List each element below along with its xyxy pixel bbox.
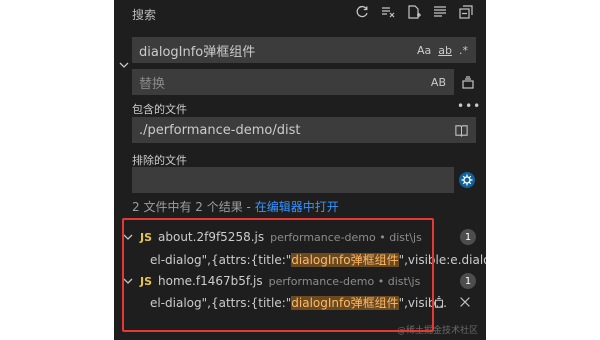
exclude-files-input[interactable] <box>132 167 454 193</box>
expand-chevron-icon[interactable] <box>122 231 134 243</box>
result-file-name: about.2f9f5258.js <box>158 230 265 244</box>
view-as-tree-icon[interactable] <box>432 4 448 20</box>
match-line[interactable]: el-dialog",{attrs:{title:"dialogInfo弹框组件… <box>150 251 486 268</box>
match-row-actions <box>432 295 472 309</box>
results-summary: 2 文件中有 2 个结果 - 在编辑器中打开 <box>132 198 339 215</box>
replace-all-icon[interactable] <box>460 74 476 90</box>
dismiss-match-icon[interactable] <box>458 295 472 309</box>
javascript-file-icon: JS <box>140 274 153 288</box>
new-search-editor-icon[interactable] <box>406 4 422 20</box>
search-input-value: dialogInfo弹框组件 <box>139 44 256 60</box>
open-in-editor-link[interactable]: 在编辑器中打开 <box>255 200 339 214</box>
result-file-path: performance-demo • dist\js <box>270 230 422 244</box>
clear-results-icon[interactable] <box>380 4 396 20</box>
panel-title: 搜索 <box>132 8 157 22</box>
collapse-all-icon[interactable] <box>458 4 474 20</box>
match-line[interactable]: el-dialog",{attrs:{title:"dialogInfo弹框组件… <box>150 294 447 311</box>
match-context-before: el-dialog",{attrs:{title:" <box>150 253 292 267</box>
search-input[interactable]: dialogInfo弹框组件 Aa ab .* <box>132 37 476 63</box>
expand-chevron-icon[interactable] <box>122 275 134 287</box>
javascript-file-icon: JS <box>140 230 153 244</box>
results-summary-text: 2 文件中有 2 个结果 - <box>132 200 255 214</box>
result-file-name: home.f1467b5f.js <box>158 274 263 288</box>
match-count-badge: 1 <box>460 229 476 245</box>
open-editors-only-icon[interactable] <box>454 123 469 138</box>
include-files-label: 包含的文件 <box>132 103 187 116</box>
include-files-value: ./performance-demo/dist <box>139 122 301 138</box>
include-files-input[interactable]: ./performance-demo/dist <box>132 117 476 143</box>
match-context-after: ",visible:e.dialog... <box>398 253 486 267</box>
use-exclude-settings-gear-icon[interactable] <box>458 171 476 193</box>
search-toolbar <box>354 4 474 20</box>
match-count-badge: 1 <box>460 273 476 289</box>
match-whole-word-toggle[interactable]: ab <box>438 44 452 57</box>
result-file-row[interactable]: JS about.2f9f5258.js performance-demo • … <box>122 227 422 247</box>
replace-match-icon[interactable] <box>432 295 446 309</box>
toggle-details-icon[interactable]: ••• <box>457 99 481 113</box>
replace-input[interactable]: 替换 AB <box>132 69 454 95</box>
match-case-toggle[interactable]: Aa <box>417 44 431 57</box>
toggle-replace-chevron-icon[interactable] <box>118 56 130 68</box>
exclude-files-label: 排除的文件 <box>132 154 187 167</box>
match-context-before: el-dialog",{attrs:{title:" <box>150 296 292 310</box>
watermark: @稀土掘金技术社区 <box>396 326 478 336</box>
replace-placeholder: 替换 <box>139 76 166 92</box>
match-highlight: dialogInfo弹框组件 <box>291 296 399 310</box>
use-regex-toggle[interactable]: .* <box>459 44 468 57</box>
result-file-path: performance-demo • dist\js <box>268 274 421 288</box>
refresh-icon[interactable] <box>354 4 370 20</box>
result-file-row[interactable]: JS home.f1467b5f.js performance-demo • d… <box>122 271 420 291</box>
search-panel: 搜索 dialogInfo弹框组件 Aa ab .* 替换 AB ••• 包含的… <box>114 0 486 340</box>
preserve-case-toggle[interactable]: AB <box>431 76 446 89</box>
match-highlight: dialogInfo弹框组件 <box>291 253 399 267</box>
